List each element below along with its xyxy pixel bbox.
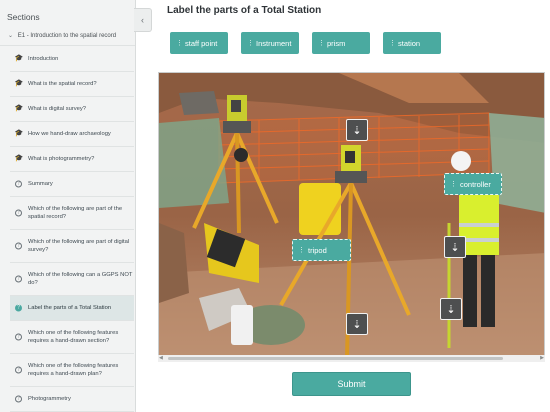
sidebar-item-quiz-digital-survey[interactable]: ? Which of the following are part of dig…: [10, 230, 134, 263]
scroll-left-icon[interactable]: ◀: [159, 355, 163, 361]
question-circle-icon: ?: [15, 242, 22, 250]
label-text: station: [398, 38, 421, 48]
sidebar-collapse-button[interactable]: ‹: [134, 8, 152, 32]
arrow-down-icon: ⇣: [352, 124, 362, 137]
drag-handle-icon: ⋮: [176, 40, 183, 47]
graduation-cap-icon: 🎓: [14, 54, 24, 62]
label-text: controller: [460, 179, 491, 189]
sidebar-item-introduction[interactable]: 🎓 Introduction: [10, 47, 134, 72]
question-circle-icon: ?: [15, 333, 22, 341]
sidebar-item-summary[interactable]: ? Summary: [10, 172, 134, 197]
placed-label-controller[interactable]: ⋮ controller: [444, 173, 502, 195]
sidebar-item-hand-draw[interactable]: 🎓 How we hand-draw archaeology: [10, 122, 134, 147]
sidebar-item-label: What is digital survey?: [28, 105, 86, 112]
graduation-cap-icon: 🎓: [14, 79, 24, 87]
submit-button[interactable]: Submit: [292, 372, 411, 396]
arrow-down-icon: ⇣: [446, 303, 456, 316]
sidebar-item-label: Which of the following can a GGPS NOT do…: [28, 271, 133, 286]
sidebar-item-photogrammetry-intro[interactable]: 🎓 What is photogrammetry?: [10, 147, 134, 172]
scrollbar-thumb[interactable]: [168, 357, 503, 360]
sidebar-item-label: Label the parts of a Total Station: [28, 304, 112, 311]
sidebar-item-label: Summary: [28, 180, 53, 187]
sidebar-item-quiz-ggps[interactable]: ? Which of the following can a GGPS NOT …: [10, 263, 134, 296]
placed-label-tripod[interactable]: ⋮ tripod: [292, 239, 351, 261]
page-title: Label the parts of a Total Station: [167, 5, 322, 16]
label-text: staff point: [185, 38, 218, 48]
drag-handle-icon: ⋮: [450, 181, 457, 188]
question-circle-icon: ?: [15, 180, 22, 188]
label-text: prism: [327, 38, 346, 48]
label-station[interactable]: ⋮ station: [383, 32, 441, 54]
sidebar-item-quiz-plan[interactable]: ? Which one of the following features re…: [10, 354, 134, 387]
dropzone-instrument[interactable]: ⇣: [346, 119, 368, 141]
sidebar-item-quiz-section[interactable]: ? Which one of the following features re…: [10, 321, 134, 354]
drag-handle-icon: ⋮: [247, 40, 254, 47]
dropzone-prism[interactable]: ⇣: [440, 298, 462, 320]
sidebar-item-label: Which one of the following features requ…: [28, 362, 119, 377]
sidebar-item-label: What is the spatial record?: [28, 80, 97, 87]
question-circle-icon: ?: [15, 395, 22, 403]
sidebar-item-total-station[interactable]: ? Label the parts of a Total Station: [10, 296, 134, 321]
arrow-down-icon: ⇣: [352, 318, 362, 331]
question-circle-icon: ?: [15, 304, 22, 312]
chevron-down-icon: ⌄: [8, 33, 14, 39]
chevron-left-icon: ‹: [141, 15, 144, 25]
sidebar-item-label: How we hand-draw archaeology: [28, 130, 111, 137]
label-staff-point[interactable]: ⋮ staff point: [170, 32, 228, 54]
sidebar-item-label: Which of the following are part of digit…: [28, 238, 130, 253]
graduation-cap-icon: 🎓: [14, 154, 24, 162]
sidebar-item-digital-survey[interactable]: 🎓 What is digital survey?: [10, 97, 134, 122]
drag-handle-icon: ⋮: [389, 40, 396, 47]
dropzone-staff-point[interactable]: ⇣: [346, 313, 368, 335]
graduation-cap-icon: 🎓: [14, 129, 24, 137]
sidebar-item-label: Introduction: [28, 55, 59, 62]
horizontal-scrollbar[interactable]: ◀ ▶: [158, 355, 545, 362]
question-circle-icon: ?: [15, 209, 22, 217]
label-prism[interactable]: ⋮ prism: [312, 32, 370, 54]
sidebar-header: Sections: [7, 12, 40, 22]
sidebar-item-quiz-spatial-record[interactable]: ? Which of the following are part of the…: [10, 197, 134, 230]
section-title[interactable]: ⌄ E1 - Introduction to the spatial recor…: [0, 28, 135, 46]
drag-handle-icon: ⋮: [318, 40, 325, 47]
sidebar-item-label: What is photogrammetry?: [28, 155, 95, 162]
sidebar-nav: 🎓 Introduction 🎓 What is the spatial rec…: [10, 47, 134, 412]
sidebar-item-photogrammetry[interactable]: ? Photogrammetry: [10, 387, 134, 412]
arrow-down-icon: ⇣: [450, 241, 460, 254]
question-circle-icon: ?: [15, 366, 22, 374]
sidebar-item-label: Which of the following are part of the s…: [28, 205, 123, 220]
scroll-right-icon[interactable]: ▶: [540, 355, 544, 361]
sidebar-item-label: Photogrammetry: [28, 395, 71, 402]
label-text: Instrument: [256, 38, 292, 48]
question-circle-icon: ?: [15, 275, 22, 283]
label-text: tripod: [308, 245, 327, 255]
dropzone-middle[interactable]: ⇣: [444, 236, 466, 258]
sidebar: Sections ⌄ E1 - Introduction to the spat…: [0, 0, 136, 412]
label-instrument[interactable]: ⋮ Instrument: [241, 32, 299, 54]
sidebar-item-label: Which one of the following features requ…: [28, 329, 119, 344]
sidebar-item-spatial-record[interactable]: 🎓 What is the spatial record?: [10, 72, 134, 97]
section-title-label: E1 - Introduction to the spatial record: [17, 33, 117, 39]
total-station-photo: ⇣ ⇣ ⇣ ⇣ ⋮ controller ⋮ tripod: [158, 72, 545, 357]
drag-handle-icon: ⋮: [298, 247, 305, 254]
graduation-cap-icon: 🎓: [14, 104, 24, 112]
